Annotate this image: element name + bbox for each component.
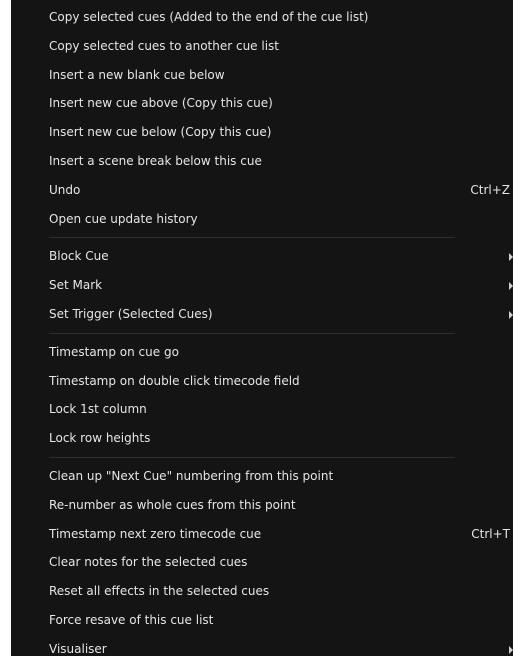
menu-item-lock-row-heights[interactable]: Lock row heights xyxy=(11,424,513,453)
menu-item-label: Insert a scene break below this cue xyxy=(49,153,262,168)
menu-item-label: Timestamp on cue go xyxy=(49,344,179,359)
menu-item-copy-selected-cues-to-another-list[interactable]: Copy selected cues to another cue list xyxy=(11,32,513,61)
menu-item-set-trigger[interactable]: Set Trigger (Selected Cues) xyxy=(11,300,513,329)
context-menu: Copy selected cues (Added to the end of … xyxy=(11,0,513,656)
menu-item-label: Clean up "Next Cue" numbering from this … xyxy=(49,468,334,483)
menu-item-label: Copy selected cues to another cue list xyxy=(49,38,280,53)
menu-item-set-mark[interactable]: Set Mark xyxy=(11,271,513,300)
menu-item-reset-all-effects[interactable]: Reset all effects in the selected cues xyxy=(11,577,513,606)
submenu-arrow-icon xyxy=(509,282,513,291)
menu-item-timestamp-next-zero-cue[interactable]: Timestamp next zero timecode cue Ctrl+T xyxy=(11,520,513,549)
menu-item-label: Reset all effects in the selected cues xyxy=(49,584,270,599)
menu-item-label: Set Mark xyxy=(49,278,103,293)
menu-item-label: Block Cue xyxy=(49,249,109,264)
menu-item-lock-first-column[interactable]: Lock 1st column xyxy=(11,395,513,424)
menu-item-label: Insert new cue above (Copy this cue) xyxy=(49,96,273,111)
menu-item-label: Copy selected cues (Added to the end of … xyxy=(49,10,369,24)
menu-item-timestamp-on-cue-go[interactable]: Timestamp on cue go xyxy=(11,338,513,367)
menu-item-undo[interactable]: Undo Ctrl+Z xyxy=(11,176,513,205)
menu-item-insert-cue-above-copy[interactable]: Insert new cue above (Copy this cue) xyxy=(11,89,513,118)
menu-item-label: Re-number as whole cues from this point xyxy=(49,497,296,512)
menu-item-label: Open cue update history xyxy=(49,211,198,226)
menu-item-label: Insert new cue below (Copy this cue) xyxy=(49,125,272,140)
menu-item-open-cue-update-history[interactable]: Open cue update history xyxy=(11,205,513,234)
menu-item-shortcut: Ctrl+Z xyxy=(470,182,510,197)
menu-separator xyxy=(11,233,513,242)
menu-item-force-resave[interactable]: Force resave of this cue list xyxy=(11,606,513,635)
menu-item-label: Insert a new blank cue below xyxy=(49,67,225,82)
menu-item-label: Clear notes for the selected cues xyxy=(49,555,248,570)
menu-item-timestamp-on-double-click[interactable]: Timestamp on double click timecode field xyxy=(11,367,513,396)
menu-item-insert-cue-below-copy[interactable]: Insert new cue below (Copy this cue) xyxy=(11,118,513,147)
menu-item-shortcut: Ctrl+T xyxy=(471,526,510,541)
submenu-arrow-icon xyxy=(509,645,513,654)
menu-item-label: Timestamp next zero timecode cue xyxy=(49,526,262,541)
menu-item-label: Timestamp on double click timecode field xyxy=(49,373,300,388)
menu-item-visualiser[interactable]: Visualiser xyxy=(11,635,513,664)
menu-item-block-cue[interactable]: Block Cue xyxy=(11,242,513,271)
menu-item-label: Lock 1st column xyxy=(49,402,147,417)
menu-item-label: Visualiser xyxy=(49,641,107,656)
submenu-arrow-icon xyxy=(509,310,513,319)
menu-item-label: Force resave of this cue list xyxy=(49,612,214,627)
menu-item-copy-selected-cues-to-end[interactable]: Copy selected cues (Added to the end of … xyxy=(11,3,513,32)
menu-item-insert-scene-break[interactable]: Insert a scene break below this cue xyxy=(11,147,513,176)
menu-item-label: Undo xyxy=(49,182,81,197)
menu-item-insert-blank-cue-below[interactable]: Insert a new blank cue below xyxy=(11,61,513,90)
menu-separator xyxy=(11,329,513,338)
menu-item-clean-up-next-cue-numbering[interactable]: Clean up "Next Cue" numbering from this … xyxy=(11,462,513,491)
menu-separator xyxy=(11,453,513,462)
menu-item-renumber-whole-cues[interactable]: Re-number as whole cues from this point xyxy=(11,491,513,520)
submenu-arrow-icon xyxy=(509,253,513,262)
menu-item-label: Set Trigger (Selected Cues) xyxy=(49,306,213,321)
menu-item-label: Lock row heights xyxy=(49,431,151,446)
menu-item-clear-notes[interactable]: Clear notes for the selected cues xyxy=(11,548,513,577)
